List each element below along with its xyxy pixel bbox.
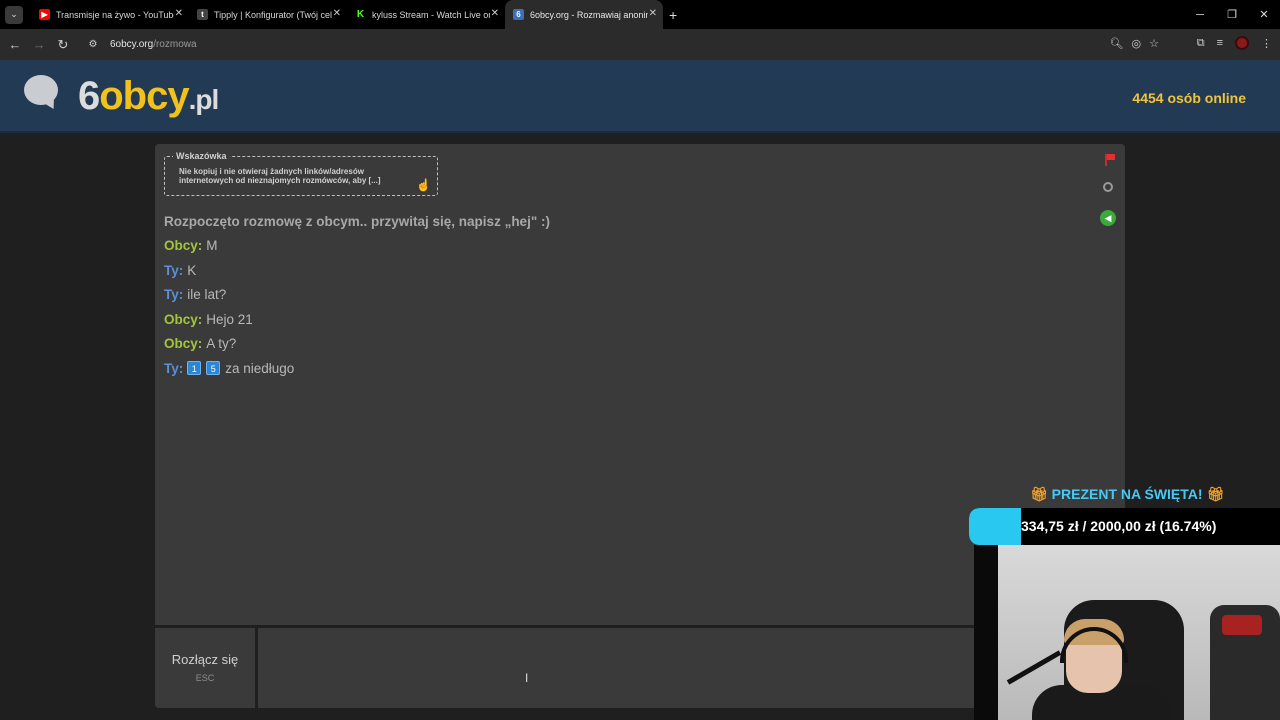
hint-text: Nie kopiuj i nie otwieraj żadnych linków… <box>179 167 381 185</box>
eye-off-icon[interactable]: ◎ <box>1132 37 1142 50</box>
hint-box: Wskazówka Nie kopiuj i nie otwieraj żadn… <box>164 151 438 196</box>
chat-message: Ty: 1 5 za niedługo <box>164 360 550 386</box>
message-author: Ty: <box>164 287 184 303</box>
message-author: Obcy: <box>164 336 203 352</box>
message-input[interactable] <box>258 628 974 708</box>
tab-title: kyluss Stream - Watch Live on K <box>372 9 490 20</box>
forward-icon[interactable]: → <box>27 37 51 52</box>
report-flag-icon[interactable] <box>1105 154 1115 166</box>
online-count: 4454 osób online <box>1132 90 1246 106</box>
close-icon[interactable]: ✕ <box>175 8 183 19</box>
tab-title: Tipply | Konfigurator (Twój cel) <box>214 9 332 20</box>
donation-goal-title: 🎁︎ PREZENT NA ŚWIĘTA! 🎁︎ <box>1030 486 1224 503</box>
chat-message: Ty: K <box>164 263 550 288</box>
logo-six: 6 <box>78 74 100 118</box>
webcam-background <box>974 545 998 720</box>
system-message: Rozpoczęto rozmowę z obcym.. przywitaj s… <box>164 214 550 229</box>
browser-tab-kick[interactable]: K kyluss Stream - Watch Live on K ✕ <box>347 0 505 29</box>
webcam-overlay <box>974 545 1280 720</box>
site-6-icon: 6 <box>513 9 524 20</box>
message-author: Ty: <box>164 262 184 278</box>
window-controls: ─ ❐ ✕ <box>1184 0 1280 29</box>
logo-obcy: obcy <box>99 74 189 118</box>
chat-message: Obcy: A ty? <box>164 336 550 361</box>
site-logo[interactable]: 6obcy.pl <box>78 74 220 119</box>
message-text: ile lat? <box>187 287 227 303</box>
browser-tab-youtube[interactable]: ▶ Transmisje na żywo - YouTube S ✕ <box>31 0 189 29</box>
webcam-chair-accent <box>1222 615 1262 635</box>
message-text: za niedługo <box>225 360 295 376</box>
url-domain: 6obcy.org <box>110 39 154 50</box>
messages-list: Rozpoczęto rozmowę z obcym.. przywitaj s… <box>164 214 550 386</box>
donation-title-text: PREZENT NA ŚWIĘTA! <box>1051 486 1203 502</box>
message-text: A ty? <box>206 336 237 352</box>
restore-icon[interactable]: ❐ <box>1216 0 1248 29</box>
browser-toolbar: ← → ↻ ⚙ 6obcy.org/rozmowa 🔍︎ ◎ ☆ ⧉ ≡ ⋮ <box>0 29 1280 60</box>
disconnect-button[interactable]: Rozłącz się ESC <box>155 628 255 708</box>
url-path: /rozmowa <box>153 39 197 50</box>
message-text: K <box>187 262 197 278</box>
message-text: Hejo 21 <box>206 311 253 327</box>
chat-message: Obcy: Hejo 21 <box>164 312 550 337</box>
menu-kebab-icon[interactable]: ⋮ <box>1261 37 1272 50</box>
tab-title: 6obcy.org - Rozmawiaj anonim <box>530 9 648 20</box>
disconnect-label: Rozłącz się <box>171 652 239 667</box>
back-icon[interactable]: ← <box>3 37 27 52</box>
kick-icon: K <box>355 9 366 20</box>
extensions-icon[interactable]: ⧉ <box>1197 37 1205 50</box>
close-icon[interactable]: ✕ <box>333 8 341 19</box>
reload-icon[interactable]: ↻ <box>51 37 75 53</box>
chat-message: Ty: ile lat? <box>164 287 550 312</box>
browser-tab-bar: ⌄ ▶ Transmisje na żywo - YouTube S ✕ t T… <box>0 0 1280 29</box>
keycap-emoji: 5 <box>206 360 221 375</box>
hint-legend: Wskazówka <box>173 151 230 161</box>
message-text: M <box>206 238 218 253</box>
tab-title: Transmisje na żywo - YouTube S <box>56 9 174 20</box>
message-author: Ty: <box>164 360 184 376</box>
address-bar[interactable]: ⚙ 6obcy.org/rozmowa 🔍︎ ◎ ☆ <box>80 33 1165 56</box>
close-icon[interactable]: ✕ <box>491 8 499 19</box>
disconnect-shortcut: ESC <box>195 673 215 683</box>
chat-controls: Rozłącz się ESC I <box>155 628 974 708</box>
profile-avatar-icon[interactable] <box>1235 36 1249 50</box>
microphone-arm <box>1006 650 1062 685</box>
url-text[interactable]: 6obcy.org/rozmowa <box>110 39 197 50</box>
sound-icon[interactable]: ◀ <box>1100 210 1116 226</box>
zoom-icon[interactable]: 🔍︎ <box>1110 37 1124 50</box>
gift-icon: 🎁︎ <box>1030 486 1048 502</box>
tab-search-button[interactable]: ⌄ <box>5 5 23 24</box>
new-tab-button[interactable]: + <box>669 7 677 23</box>
logo-pl: .pl <box>188 84 220 115</box>
close-icon[interactable]: ✕ <box>649 8 657 19</box>
tipply-icon: t <box>197 9 208 20</box>
search-icon[interactable] <box>1103 182 1113 192</box>
site-header: 6obcy.pl 4454 osób online <box>0 60 1280 133</box>
donation-progress-bar: 334,75 zł / 2000,00 zł (16.74%) <box>969 508 1280 545</box>
browser-tab-6obcy[interactable]: 6 6obcy.org - Rozmawiaj anonim ✕ <box>505 0 663 29</box>
donation-progress-fill <box>969 508 1021 545</box>
youtube-icon: ▶ <box>39 9 50 20</box>
minimize-icon[interactable]: ─ <box>1184 0 1216 29</box>
keycap-emoji: 1 <box>187 360 202 375</box>
close-window-icon[interactable]: ✕ <box>1248 0 1280 29</box>
hand-cursor-icon: ☝ <box>416 178 431 192</box>
message-author: Obcy: <box>164 238 203 253</box>
text-cursor-icon: I <box>525 671 529 685</box>
chat-message: Obcy: M <box>164 238 550 263</box>
gift-icon: 🎁︎ <box>1206 486 1225 502</box>
chat-bubble-logo-icon <box>24 75 58 105</box>
bookmark-star-icon[interactable]: ☆ <box>1149 37 1159 50</box>
message-author: Obcy: <box>164 311 203 327</box>
media-controls-icon[interactable]: ≡ <box>1217 37 1223 49</box>
donation-progress-text: 334,75 zł / 2000,00 zł (16.74%) <box>1021 518 1217 534</box>
site-info-icon[interactable]: ⚙ <box>86 38 100 52</box>
browser-tab-tipply[interactable]: t Tipply | Konfigurator (Twój cel) ✕ <box>189 0 347 29</box>
